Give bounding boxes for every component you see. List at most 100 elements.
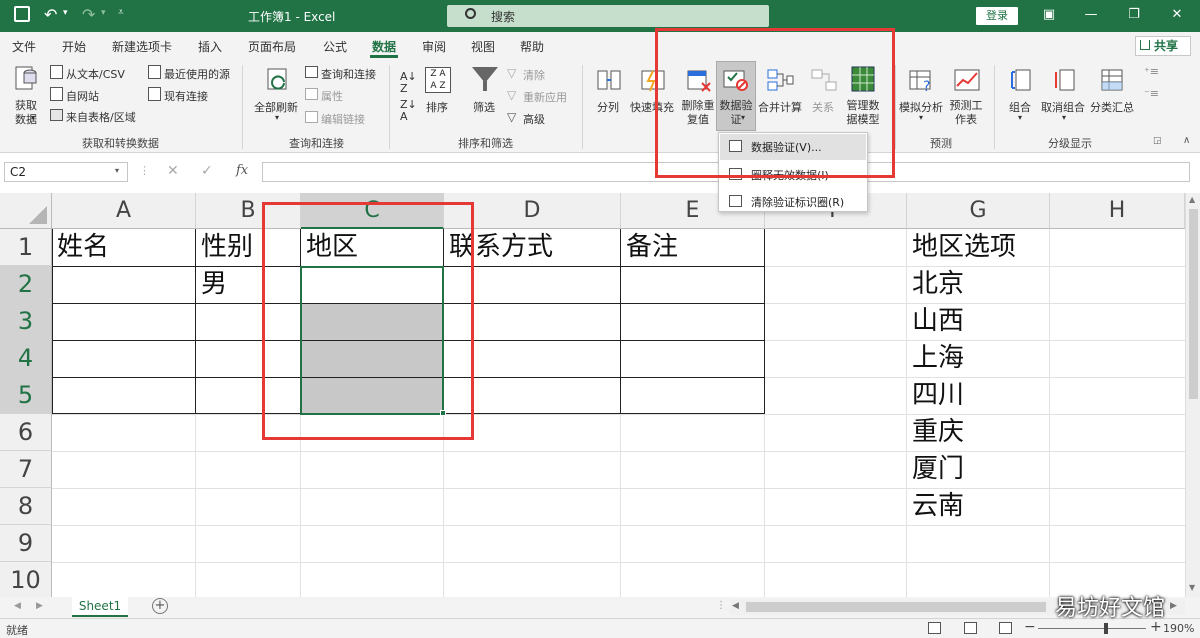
sort-az-icon[interactable]: A↓ Z: [400, 71, 417, 95]
get-data-label[interactable]: 获取数据: [10, 99, 42, 127]
from-web-button[interactable]: 自网站: [66, 88, 99, 104]
name-box[interactable]: C2 ▾: [4, 162, 128, 182]
page-layout-view-icon[interactable]: [964, 622, 977, 634]
cell-a1[interactable]: 姓名: [52, 229, 109, 266]
cell-g3[interactable]: 山西: [907, 303, 964, 340]
split-button[interactable]: 分列: [597, 99, 619, 115]
reapply-button[interactable]: 重新应用: [523, 89, 567, 105]
redo-icon[interactable]: ↷: [82, 5, 95, 24]
vertical-scroll-thumb[interactable]: [1189, 209, 1198, 399]
column-header-a[interactable]: A: [52, 193, 196, 229]
column-header-g[interactable]: G: [907, 193, 1050, 229]
row-header-6[interactable]: 6: [0, 414, 52, 451]
cell-e1[interactable]: 备注: [621, 229, 678, 266]
cell-g4[interactable]: 上海: [907, 340, 964, 377]
add-sheet-icon[interactable]: +: [152, 598, 168, 614]
menu-insert[interactable]: 插入: [198, 38, 222, 55]
row-header-1[interactable]: 1: [0, 229, 52, 266]
scroll-down-icon[interactable]: ▼: [1189, 583, 1195, 592]
undo-dropdown-icon[interactable]: ▾: [63, 8, 68, 18]
page-break-view-icon[interactable]: [999, 622, 1012, 634]
minimize-icon[interactable]: —: [1076, 4, 1106, 26]
insert-function-icon[interactable]: fx: [236, 163, 248, 178]
menu-data[interactable]: 数据: [372, 38, 396, 55]
menu-help[interactable]: 帮助: [520, 38, 544, 55]
scroll-up-icon[interactable]: ▲: [1189, 195, 1195, 204]
normal-view-icon[interactable]: [928, 622, 941, 634]
existing-conn-button[interactable]: 现有连接: [164, 88, 208, 104]
collapse-ribbon-icon[interactable]: ∧: [1183, 135, 1190, 146]
menu-formulas[interactable]: 公式: [323, 38, 347, 55]
what-if-icon[interactable]: ?: [908, 67, 936, 95]
queries-conn-button[interactable]: 查询和连接: [321, 66, 376, 82]
subtotal-icon[interactable]: [1100, 67, 1126, 93]
refresh-all-icon[interactable]: [264, 65, 292, 93]
get-data-icon[interactable]: [14, 65, 38, 93]
ribbon-display-icon[interactable]: ▣: [1034, 4, 1064, 26]
dialog-launcher-icon[interactable]: ◲: [1153, 136, 1162, 146]
cell-g7[interactable]: 厦门: [907, 451, 964, 488]
zoom-level[interactable]: 190%: [1163, 622, 1194, 635]
cell-g2[interactable]: 北京: [907, 266, 964, 303]
hide-detail-icon[interactable]: ⁻≡: [1144, 87, 1159, 100]
menu-page-layout[interactable]: 页面布局: [248, 38, 296, 55]
redo-dropdown-icon[interactable]: ▾: [101, 8, 106, 18]
share-button[interactable]: 共享: [1135, 36, 1191, 56]
sheet-tab-sheet1[interactable]: Sheet1: [72, 597, 128, 617]
login-button[interactable]: 登录: [976, 7, 1018, 25]
row-header-2[interactable]: 2: [0, 266, 52, 303]
cell-g1[interactable]: 地区选项: [907, 229, 1016, 266]
menu-review[interactable]: 审阅: [422, 38, 446, 55]
cell-g6[interactable]: 重庆: [907, 414, 964, 451]
column-header-h[interactable]: H: [1050, 193, 1185, 229]
zoom-slider[interactable]: [1038, 623, 1146, 634]
menu-item-clear-circles[interactable]: 清除验证标识圈(R): [751, 194, 844, 210]
zoom-out-icon[interactable]: −: [1024, 619, 1036, 635]
close-icon[interactable]: ✕: [1162, 4, 1192, 26]
cell-g5[interactable]: 四川: [907, 377, 964, 414]
horizontal-scroll-thumb[interactable]: [746, 602, 1046, 612]
sort-icon[interactable]: Z AA Z: [425, 67, 451, 93]
prev-sheet-icon[interactable]: ◀: [14, 601, 21, 611]
row-header-9[interactable]: 9: [0, 525, 52, 562]
clear-button[interactable]: 清除: [523, 67, 545, 83]
show-detail-icon[interactable]: ⁺≡: [1144, 65, 1159, 78]
menu-view[interactable]: 视图: [471, 38, 495, 55]
cell-g8[interactable]: 云南: [907, 488, 964, 525]
vertical-scrollbar[interactable]: ▲ ▼: [1185, 193, 1200, 597]
advanced-button[interactable]: 高级: [523, 111, 545, 127]
cell-b1[interactable]: 性别: [196, 229, 253, 266]
edit-links-button[interactable]: 编辑链接: [321, 111, 365, 127]
scroll-left-icon[interactable]: ◀: [732, 601, 739, 611]
scroll-right-icon[interactable]: ▶: [1170, 601, 1177, 611]
search-box[interactable]: 搜索: [447, 5, 769, 27]
save-icon[interactable]: [14, 6, 30, 22]
sort-button[interactable]: 排序: [426, 99, 448, 115]
ungroup-icon[interactable]: [1052, 67, 1078, 93]
forecast-sheet-icon[interactable]: [953, 67, 981, 93]
restore-icon[interactable]: ❐: [1119, 4, 1149, 26]
from-table-button[interactable]: 来自表格/区域: [66, 109, 136, 125]
select-all-corner[interactable]: [0, 193, 52, 229]
enter-icon[interactable]: ✓: [201, 163, 213, 179]
cell-b2[interactable]: 男: [196, 266, 227, 303]
row-header-4[interactable]: 4: [0, 340, 52, 377]
recent-sources-button[interactable]: 最近使用的源: [164, 66, 230, 82]
tab-splitter-icon[interactable]: ⋮: [716, 600, 726, 611]
sort-za-icon[interactable]: Z↓ A: [400, 99, 417, 123]
menu-home[interactable]: 开始: [62, 38, 86, 55]
forecast-sheet-button[interactable]: 预测工作表: [948, 99, 984, 127]
row-header-7[interactable]: 7: [0, 451, 52, 488]
row-header-5[interactable]: 5: [0, 377, 52, 414]
undo-icon[interactable]: ↶: [44, 5, 57, 24]
next-sheet-icon[interactable]: ▶: [36, 601, 43, 611]
subtotal-button[interactable]: 分类汇总: [1090, 99, 1134, 115]
properties-button[interactable]: 属性: [321, 88, 343, 104]
customize-qat-icon[interactable]: ⩡: [118, 7, 124, 18]
zoom-slider-thumb[interactable]: [1104, 623, 1108, 634]
from-text-csv-button[interactable]: 从文本/CSV: [66, 66, 125, 82]
row-header-10[interactable]: 10: [0, 562, 52, 599]
text-to-columns-icon[interactable]: [596, 67, 622, 93]
row-header-3[interactable]: 3: [0, 303, 52, 340]
row-header-8[interactable]: 8: [0, 488, 52, 525]
